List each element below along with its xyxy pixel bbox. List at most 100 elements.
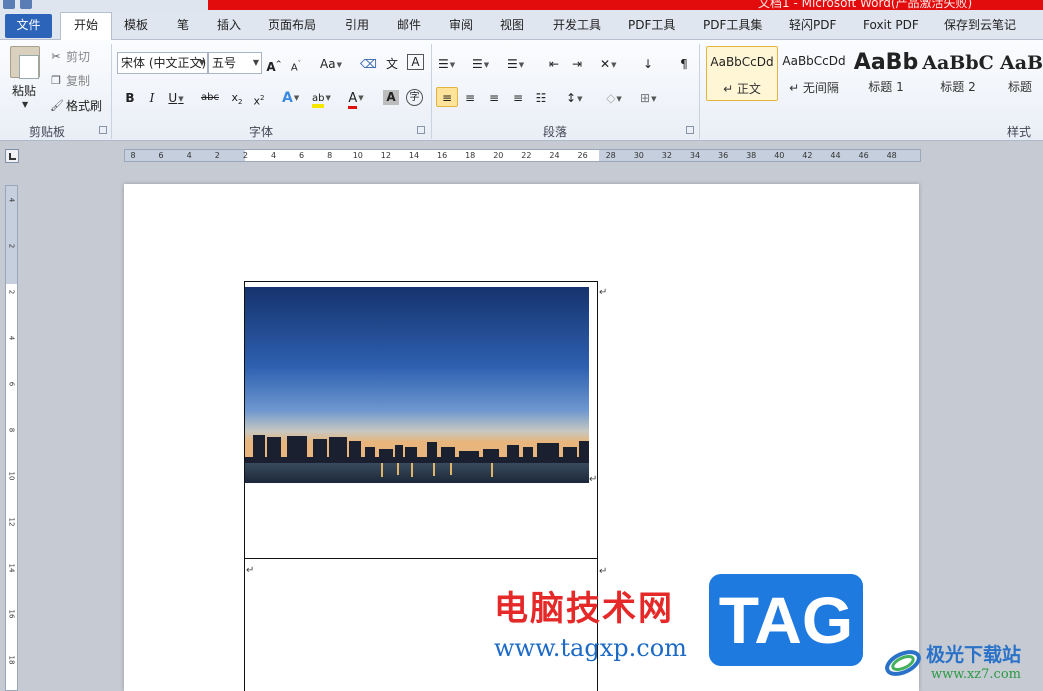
- align-left-icon[interactable]: ≡: [436, 87, 458, 107]
- char-shading-icon[interactable]: A: [383, 90, 399, 105]
- text-effect-icon[interactable]: A▼: [282, 88, 299, 108]
- city-night-photo[interactable]: [245, 287, 589, 483]
- ruler-tick: 2: [7, 243, 16, 249]
- cut-label: 剪切: [66, 50, 91, 64]
- copy-button[interactable]: ❐ 复制: [50, 72, 90, 89]
- cut-button[interactable]: ✂ 剪切: [50, 48, 90, 65]
- title-bar: 文档1 - Microsoft Word(产品激活失败): [0, 0, 1043, 10]
- underline-button[interactable]: U▼: [168, 88, 184, 108]
- chevron-down-icon: ▼: [577, 94, 583, 103]
- chevron-down-icon[interactable]: ▼: [22, 100, 28, 109]
- strikethrough-button[interactable]: abc: [201, 88, 219, 108]
- paragraph-mark: ↵: [599, 287, 608, 298]
- shrink-font-button[interactable]: Aˇ: [288, 54, 304, 74]
- bold-button[interactable]: B: [122, 88, 138, 108]
- style-title[interactable]: AaBl 标题: [994, 46, 1043, 101]
- paragraph-launcher-icon[interactable]: [686, 126, 694, 134]
- chevron-down-icon: ▼: [483, 60, 490, 69]
- decrease-indent-icon[interactable]: ⇤: [546, 54, 562, 74]
- increase-indent-icon[interactable]: ⇥: [569, 54, 585, 74]
- tab-developer[interactable]: 开发工具: [553, 15, 601, 40]
- align-center-icon[interactable]: ≡: [462, 88, 478, 108]
- ribbon-tabs: 文件 开始 模板 笔 插入 页面布局 引用 邮件 审阅 视图 开发工具 PDF工…: [0, 10, 1043, 40]
- bullets-icon[interactable]: ☰▼: [438, 54, 455, 74]
- subscript-button[interactable]: x2: [229, 88, 245, 108]
- font-color-button[interactable]: A▼: [348, 88, 364, 109]
- style-heading-1[interactable]: AaBb 标题 1: [850, 46, 922, 101]
- style-name: ↵ 无间隔: [789, 81, 839, 95]
- style-name: 标题: [1008, 80, 1033, 94]
- tab-review[interactable]: 审阅: [449, 15, 473, 40]
- ruler-margin-right: [599, 150, 920, 161]
- title-highlight: 文档1 - Microsoft Word(产品激活失败): [208, 0, 1043, 10]
- multilevel-list-icon[interactable]: ☰▼: [507, 54, 524, 74]
- ruler-tick: 26: [577, 151, 588, 160]
- chevron-down-icon: ▼: [336, 60, 342, 69]
- style-heading-2[interactable]: AaBbC 标题 2: [922, 46, 994, 101]
- italic-button[interactable]: I: [144, 88, 160, 108]
- change-case-button[interactable]: Aa▼: [320, 54, 342, 74]
- enclose-char-icon[interactable]: 字: [406, 89, 423, 106]
- font-size-select[interactable]: 五号 ▼: [208, 52, 262, 74]
- ruler-tick: 20: [493, 151, 504, 160]
- font-name-select[interactable]: 宋体 (中文正文) ▼: [117, 52, 208, 74]
- watermark-download-site: 极光下载站: [926, 644, 1022, 666]
- shading-icon[interactable]: ◇▼: [606, 88, 622, 108]
- tab-references[interactable]: 引用: [345, 15, 369, 40]
- distribute-icon[interactable]: ☷: [533, 88, 549, 108]
- tab-home[interactable]: 开始: [60, 12, 112, 40]
- format-painter-button[interactable]: 🖌 格式刷: [50, 97, 102, 114]
- style-no-spacing[interactable]: AaBbCcDd ↵ 无间隔: [778, 46, 850, 101]
- tab-foxit-pdf[interactable]: Foxit PDF: [863, 15, 919, 40]
- tab-selector-icon[interactable]: [5, 149, 19, 163]
- swirl-logo-icon: [885, 650, 921, 676]
- vertical-ruler[interactable]: 4 2 2 4 6 8 10 12 14 16 18: [5, 185, 18, 691]
- sort-icon[interactable]: ↓: [640, 54, 656, 74]
- watermark-tag-logo: TAG: [709, 574, 863, 666]
- style-normal[interactable]: AaBbCcDd ↵ 正文: [706, 46, 778, 101]
- ruler-tick: 42: [802, 151, 813, 160]
- numbering-icon[interactable]: ☰▼: [472, 54, 489, 74]
- ruler-tick: 4: [186, 151, 192, 160]
- tab-pdf-toolset[interactable]: PDF工具集: [703, 15, 762, 40]
- grow-font-button[interactable]: A^: [266, 54, 282, 74]
- superscript-button[interactable]: x2: [251, 88, 267, 108]
- paste-icon[interactable]: [10, 46, 40, 79]
- tab-lightpdf[interactable]: 轻闪PDF: [789, 15, 836, 40]
- highlight-button[interactable]: ab▼: [312, 88, 331, 108]
- ruler-tick: 46: [858, 151, 869, 160]
- show-marks-icon[interactable]: ¶: [676, 54, 692, 74]
- horizontal-ruler[interactable]: 8 6 4 2 2 4 6 8 10 12 14 16 18 20 22 24 26 28 30 32 34 36 38 40…: [124, 149, 921, 162]
- chinese-layout-icon[interactable]: ✕▼: [600, 54, 616, 74]
- ruler-tick: 34: [689, 151, 701, 160]
- tab-file[interactable]: 文件: [5, 14, 52, 38]
- tab-view[interactable]: 视图: [500, 15, 524, 40]
- tab-page-layout[interactable]: 页面布局: [268, 15, 316, 40]
- tab-mailings[interactable]: 邮件: [397, 15, 421, 40]
- clipboard-launcher-icon[interactable]: [99, 126, 107, 134]
- phonetic-guide-icon[interactable]: 文: [384, 54, 400, 74]
- paragraph-mark: ↵: [246, 565, 255, 576]
- paste-button[interactable]: 粘贴: [12, 82, 36, 99]
- ruler-tick: 14: [7, 563, 16, 573]
- char-border-icon[interactable]: A: [407, 54, 424, 70]
- tab-save-to-cloud-note[interactable]: 保存到云笔记: [944, 15, 1016, 40]
- borders-icon[interactable]: ⊞▼: [640, 88, 656, 108]
- tab-insert[interactable]: 插入: [217, 15, 241, 40]
- chevron-down-icon: ▼: [616, 94, 622, 103]
- tab-pdf-tools[interactable]: PDF工具: [628, 15, 675, 40]
- align-right-icon[interactable]: ≡: [486, 88, 502, 108]
- clear-format-icon[interactable]: ⌫: [360, 54, 377, 74]
- font-launcher-icon[interactable]: [417, 126, 425, 134]
- chevron-down-icon: ▼: [358, 94, 364, 102]
- justify-icon[interactable]: ≡: [510, 88, 526, 108]
- tab-templates[interactable]: 模板: [124, 15, 148, 40]
- watermark-url: www.tagxp.com: [494, 634, 687, 662]
- ruler-tick: 2: [214, 151, 220, 160]
- line-spacing-icon[interactable]: ↕▼: [566, 88, 582, 108]
- tab-pen[interactable]: 笔: [177, 15, 189, 40]
- chevron-down-icon: ▼: [651, 94, 657, 103]
- watermark-download-logo: 极光下载站 www.xz7.com: [883, 637, 1043, 691]
- ruler-tick: 6: [158, 151, 164, 160]
- save-icon[interactable]: [20, 0, 32, 9]
